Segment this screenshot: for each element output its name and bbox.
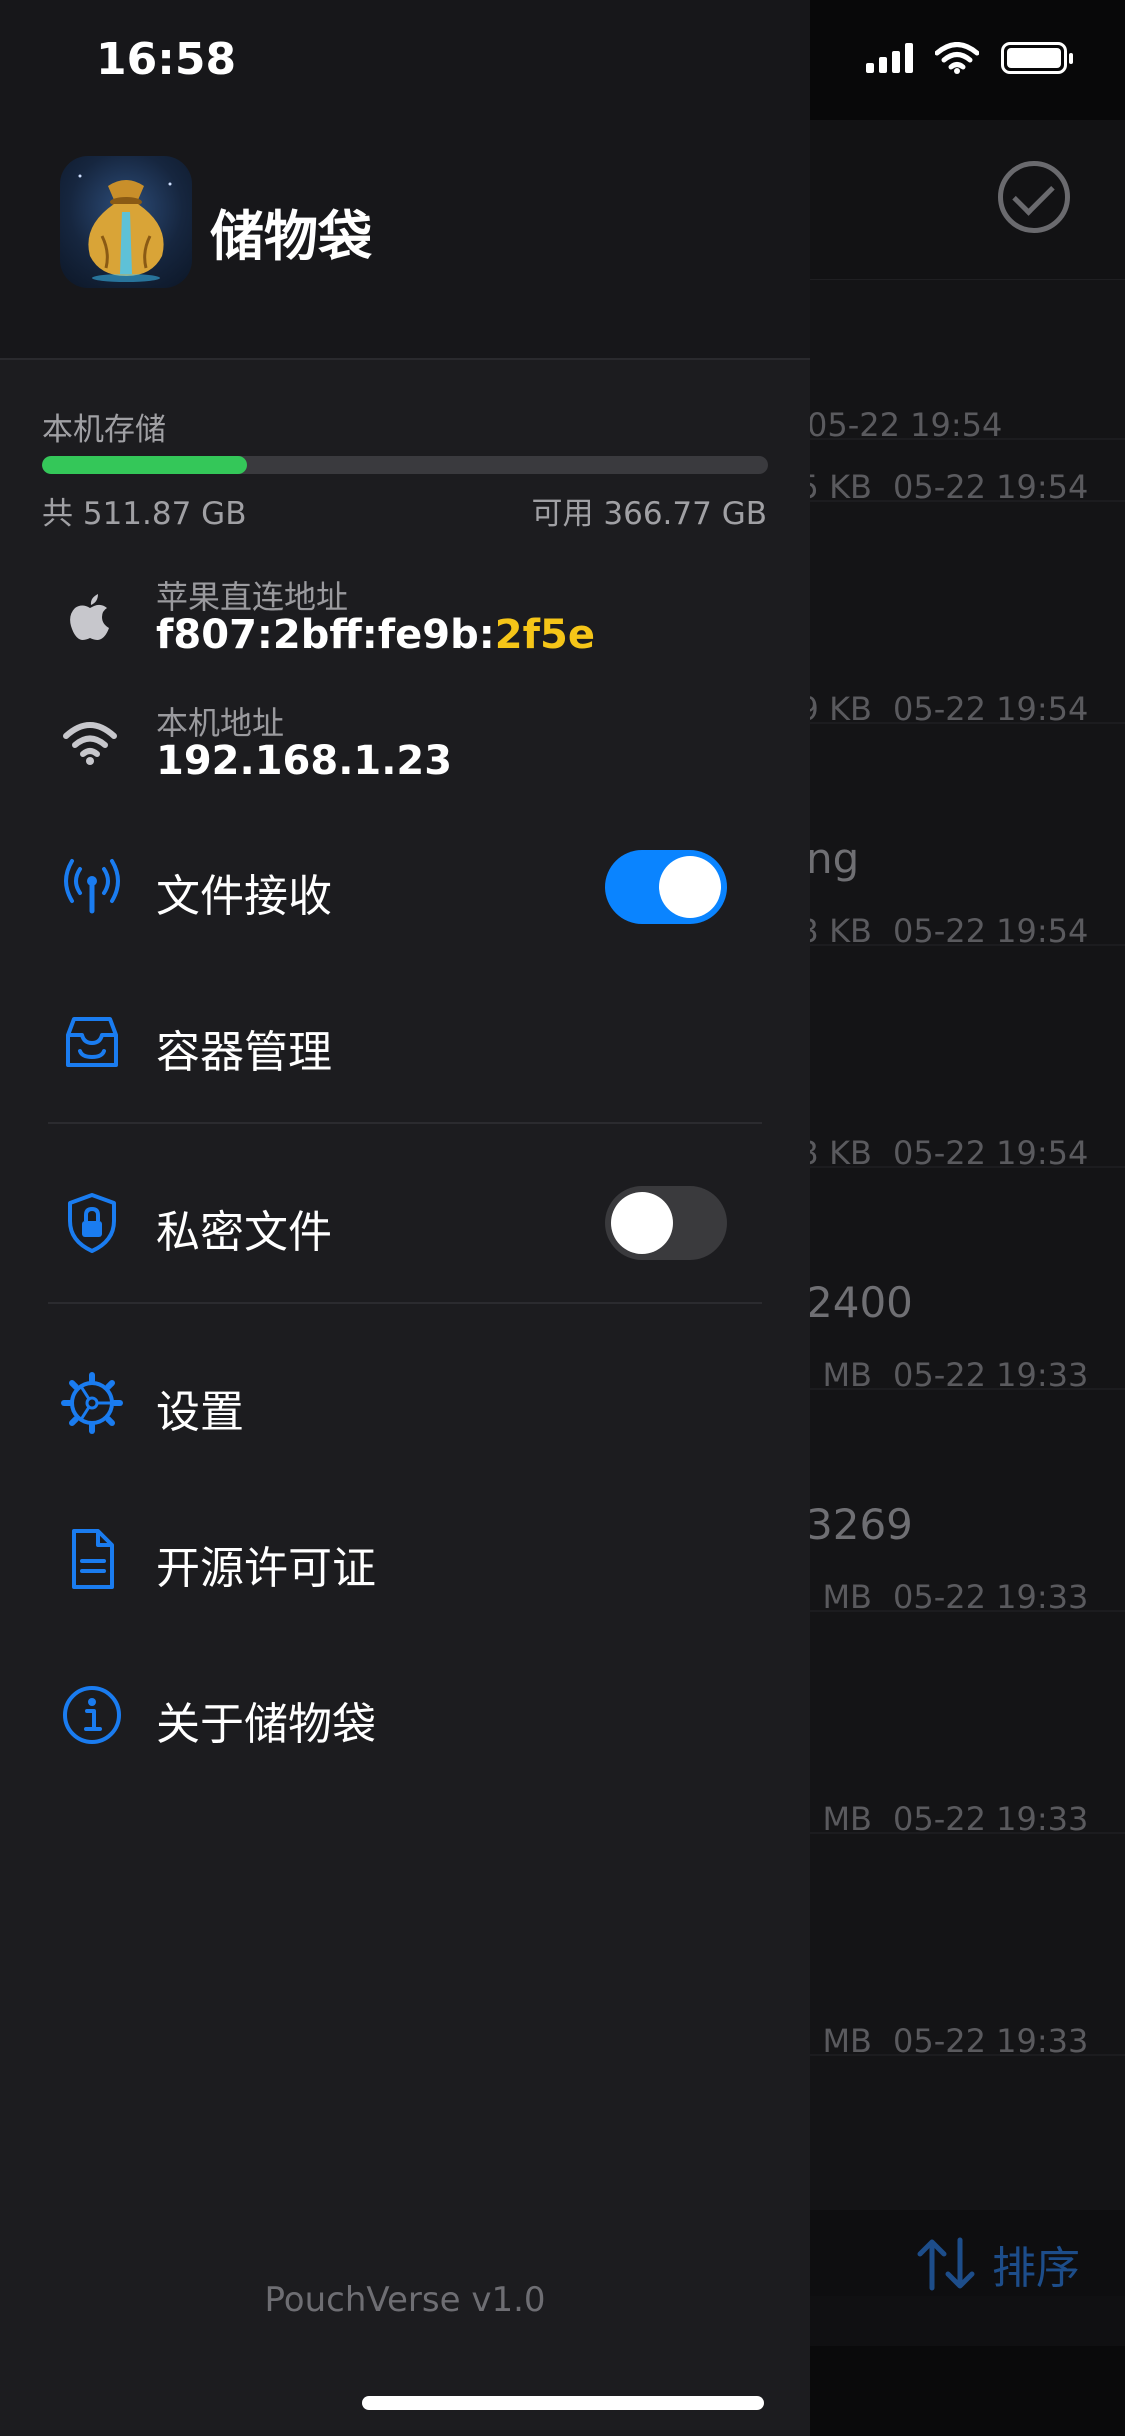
menu-item-settings[interactable]: 设置 [0,1346,810,1456]
divider [48,1122,762,1124]
status-icons [866,42,1073,74]
pouch-bag-icon [60,156,192,288]
app-title: 储物袋 [210,205,372,268]
menu-label-private-files: 私密文件 [156,1207,332,1258]
shield-lock-icon [68,1193,116,1253]
apple-address-highlight: 2f5e [494,612,595,658]
file-date: 05-22 19:54 [893,1134,1089,1172]
info-icon [63,1686,121,1744]
wifi-status-icon [935,42,979,74]
sort-arrows-icon [917,2237,975,2291]
storage-progress-bar [42,456,768,474]
file-date: 05-22 19:54 [893,690,1089,728]
menu-item-about[interactable]: 关于储物袋 [0,1658,810,1768]
sort-label: 排序 [992,2243,1080,2294]
file-name: ng [806,834,860,883]
wifi-icon [63,722,117,765]
file-date: 05-22 19:54 [893,468,1089,506]
private-files-toggle[interactable] [605,1186,727,1260]
antenna-icon [64,859,120,914]
divider [48,1302,762,1304]
apple-address-value: f807:2bff:fe9b:2f5e [156,612,595,658]
screen: 05-22 19:54 5 KB 05-22 19:54 9 KB 05-22 … [0,0,1125,2436]
local-address-value: 192.168.1.23 [156,738,453,784]
menu-item-container-management[interactable]: 容器管理 [0,986,810,1096]
apple-address-prefix: f807:2bff:fe9b: [156,612,495,658]
tray-icon [66,1017,118,1067]
home-indicator [362,2396,764,2410]
menu-label-settings: 设置 [156,1387,244,1438]
side-drawer: 16:58 储物袋 本机存储 共 511.87 GB 可用 366.77 GB [0,0,810,2436]
file-name: 3269 [806,1500,913,1549]
file-date: 05-22 19:33 [893,1356,1089,1394]
storage-label: 本机存储 [42,412,166,448]
cellular-signal-icon [866,43,913,73]
storage-total: 共 511.87 GB [42,496,247,532]
menu-item-licenses[interactable]: 开源许可证 [0,1502,810,1612]
menu-label-container-management: 容器管理 [156,1027,332,1078]
file-receive-toggle[interactable] [605,850,727,924]
file-date: 05-22 19:54 [893,912,1089,950]
battery-icon [1001,42,1073,74]
sort-button[interactable]: 排序 [916,2232,1080,2296]
storage-free: 可用 366.77 GB [531,496,767,532]
menu-item-file-receive[interactable]: 文件接收 [0,830,810,940]
file-name: 2400 [806,1278,913,1327]
file-date: 05-22 19:33 [893,1578,1089,1616]
app-version-footer: PouchVerse v1.0 [264,2280,546,2320]
menu-label-licenses: 开源许可证 [156,1543,376,1594]
file-date: 05-22 19:33 [893,2022,1089,2060]
menu-label-file-receive: 文件接收 [156,871,332,922]
document-icon [72,1529,114,1589]
apple-icon [70,594,109,640]
file-date: 05-22 19:33 [893,1800,1089,1838]
storage-progress-fill [42,456,248,474]
local-address-row[interactable]: 本机地址 192.168.1.23 [0,698,810,798]
menu-item-private-files[interactable]: 私密文件 [0,1166,810,1276]
gear-icon [61,1372,123,1434]
apple-address-row[interactable]: 苹果直连地址 f807:2bff:fe9b:2f5e [0,572,810,672]
menu-label-about: 关于储物袋 [156,1699,376,1750]
status-time: 16:58 [96,34,237,85]
